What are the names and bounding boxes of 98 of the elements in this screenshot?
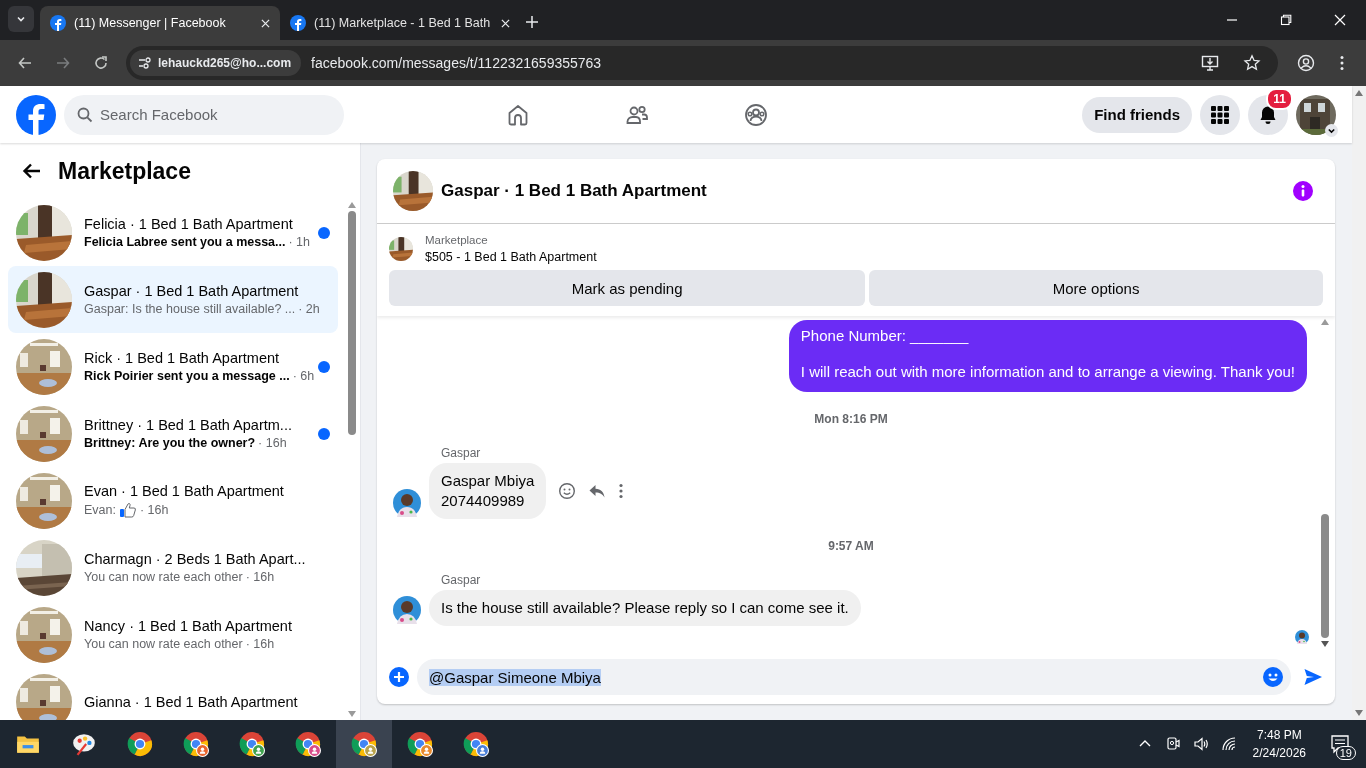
conversation-title: Gianna · 1 Bed 1 Bath Apartment — [84, 693, 299, 710]
chrome-icon — [239, 731, 265, 757]
conversation-item[interactable]: Rick · 1 Bed 1 Bath Apartment Rick Poirier sent you a message ... · 6h — [8, 333, 338, 400]
taskbar-app-button[interactable] — [336, 720, 392, 768]
message-preview: You can now rate each other — [84, 637, 243, 651]
conversation-item[interactable]: Brittney · 1 Bed 1 Bath Apartm... Brittney: Are you the owner? · 16h — [8, 400, 338, 467]
back-arrow-icon[interactable] — [22, 161, 42, 181]
scroll-up-icon[interactable] — [1321, 319, 1329, 325]
notification-center-button[interactable]: 19 — [1320, 724, 1360, 764]
notification-badge: 11 — [1266, 87, 1293, 110]
timestamp: Mon 8:16 PM — [814, 412, 888, 426]
add-icon[interactable] — [389, 667, 409, 687]
scroll-down-icon[interactable] — [1321, 641, 1329, 647]
account-button[interactable] — [1296, 94, 1336, 135]
chrome-icon — [295, 731, 321, 757]
site-info-chip[interactable]: lehauckd265@ho...com — [130, 50, 302, 76]
message-preview: Gaspar: Is the house still available? ... — [84, 302, 296, 316]
conversation-title: Charmagn · 2 Beds 1 Bath Apart... — [84, 551, 307, 567]
palette-icon — [71, 731, 97, 757]
conversation-title: Evan · 1 Bed 1 Bath Apartment — [84, 483, 285, 499]
chrome-icon — [183, 731, 209, 757]
sender-name: Gaspar — [441, 446, 482, 460]
scroll-up-icon[interactable] — [348, 202, 356, 208]
message-time: · 16h — [245, 637, 275, 651]
home-icon[interactable] — [506, 102, 530, 127]
tab-title: (11) Marketplace - 1 Bed 1 Bath — [314, 16, 492, 30]
listing-title[interactable]: $505 - 1 Bed 1 Bath Apartment — [425, 250, 597, 264]
facebook-logo-icon — [290, 15, 306, 31]
message-time: · 16h — [245, 570, 275, 584]
sender-name: Gaspar — [441, 573, 482, 587]
tune-icon — [138, 56, 152, 70]
outgoing-message: Phone Number: _______ I will reach out with more information and to arrange a viewing. Thank you! — [788, 320, 1307, 392]
emoji-icon[interactable] — [558, 482, 577, 500]
chrome-icon — [407, 731, 433, 757]
conversation-title: Gaspar · 1 Bed 1 Bath Apartment — [84, 283, 300, 299]
tab-search-button[interactable] — [8, 6, 34, 32]
search-icon — [77, 106, 93, 123]
chrome-icon — [127, 731, 153, 757]
conversation-item[interactable]: Gaspar · 1 Bed 1 Bath Apartment Gaspar: Is the house still available? ... · 2h — [8, 266, 338, 333]
groups-icon[interactable] — [744, 102, 768, 127]
facebook-logo-icon — [50, 15, 66, 31]
message-field[interactable]: @Gaspar Simeone Mbiya — [417, 659, 1291, 695]
message-time: · 1h — [288, 235, 311, 249]
scroll-up-icon[interactable] — [1355, 90, 1363, 96]
send-icon[interactable] — [1303, 667, 1323, 687]
message-time: · 6h — [292, 369, 315, 383]
message-preview: Felicia Labree sent you a messa... — [84, 235, 286, 249]
scrollbar[interactable] — [1352, 86, 1366, 720]
app-grid-icon — [1210, 104, 1230, 125]
message-preview: You can now rate each other — [84, 570, 243, 584]
message-time: · 2h — [298, 302, 320, 316]
listing-action-button[interactable]: More options — [869, 270, 1323, 306]
menu-button[interactable] — [1200, 94, 1240, 135]
browser-tab[interactable]: (11) Marketplace - 1 Bed 1 Bath — [280, 6, 520, 40]
notification-count: 19 — [1335, 746, 1356, 760]
clock[interactable]: 7:48 PM 2/24/2026 — [1242, 728, 1320, 760]
incoming-message: Is the house still available? Please reply so I can come see it. — [429, 590, 861, 626]
conversation-title: Felicia · 1 Bed 1 Bath Apartment — [84, 216, 294, 232]
tab-title: (11) Messenger | Facebook — [74, 16, 227, 30]
close-icon[interactable] — [501, 18, 510, 28]
listing-label: Marketplace — [425, 234, 489, 246]
chevron-down-icon — [1325, 123, 1338, 137]
timestamp: 9:57 AM — [828, 539, 874, 553]
conversation-title: Gaspar · 1 Bed 1 Bath Apartment — [441, 181, 707, 201]
message-preview: Rick Poirier sent you a message ... — [84, 369, 290, 383]
conversation-item[interactable]: Nancy · 1 Bed 1 Bath Apartment You can now rate each other · 16h — [8, 601, 338, 668]
message-preview: Evan: — [84, 503, 116, 517]
close-icon[interactable] — [261, 18, 270, 28]
message-time: · 16h — [258, 436, 287, 450]
incoming-message: Gaspar Mbiya 2074409989 — [429, 463, 547, 519]
conversation-item[interactable]: Felicia · 1 Bed 1 Bath Apartment Felicia Labree sent you a messa... · 1h — [8, 199, 338, 266]
bell-icon — [1258, 104, 1278, 125]
scroll-down-icon[interactable] — [1355, 710, 1363, 716]
search-field[interactable]: Search Facebook — [64, 94, 344, 135]
chrome-icon — [351, 731, 377, 757]
info-icon[interactable] — [1293, 181, 1313, 201]
conversation-title: Rick · 1 Bed 1 Bath Apartment — [84, 350, 281, 366]
browser-tab[interactable]: (11) Messenger | Facebook — [40, 6, 280, 40]
address-bar[interactable]: lehauckd265@ho...com facebook.com/messages/t/1122321659355763 — [126, 46, 1278, 80]
message-time: · 16h — [139, 503, 169, 517]
conversation-title: Brittney · 1 Bed 1 Bath Apartm... — [84, 417, 293, 433]
url-text: facebook.com/messages/t/1122321659355763 — [311, 55, 602, 71]
clock-date: 2/24/2026 — [1252, 746, 1306, 760]
listing-action-button[interactable]: Mark as pending — [389, 270, 866, 306]
more-icon[interactable] — [618, 482, 625, 500]
chrome-icon — [463, 731, 489, 757]
conversation-item[interactable]: Charmagn · 2 Beds 1 Bath Apart... You can now rate each other · 16h — [8, 534, 338, 601]
conversation-item[interactable]: Evan · 1 Bed 1 Bath Apartment Evan: · 16h — [8, 467, 338, 534]
message-preview: Brittney: Are you the owner? — [84, 436, 256, 450]
emoji-icon[interactable] — [1263, 667, 1283, 687]
clock-time: 7:48 PM — [1256, 728, 1302, 742]
conversation-title: Nancy · 1 Bed 1 Bath Apartment — [84, 618, 293, 634]
panel-title: Marketplace — [58, 157, 191, 185]
find-friends-button[interactable]: Find friends — [1082, 96, 1192, 133]
facebook-logo-icon[interactable] — [16, 94, 56, 135]
account-label: lehauckd265@ho...com — [158, 56, 292, 70]
new-tab-icon[interactable] — [526, 16, 538, 28]
restore-icon[interactable] — [1280, 14, 1292, 26]
